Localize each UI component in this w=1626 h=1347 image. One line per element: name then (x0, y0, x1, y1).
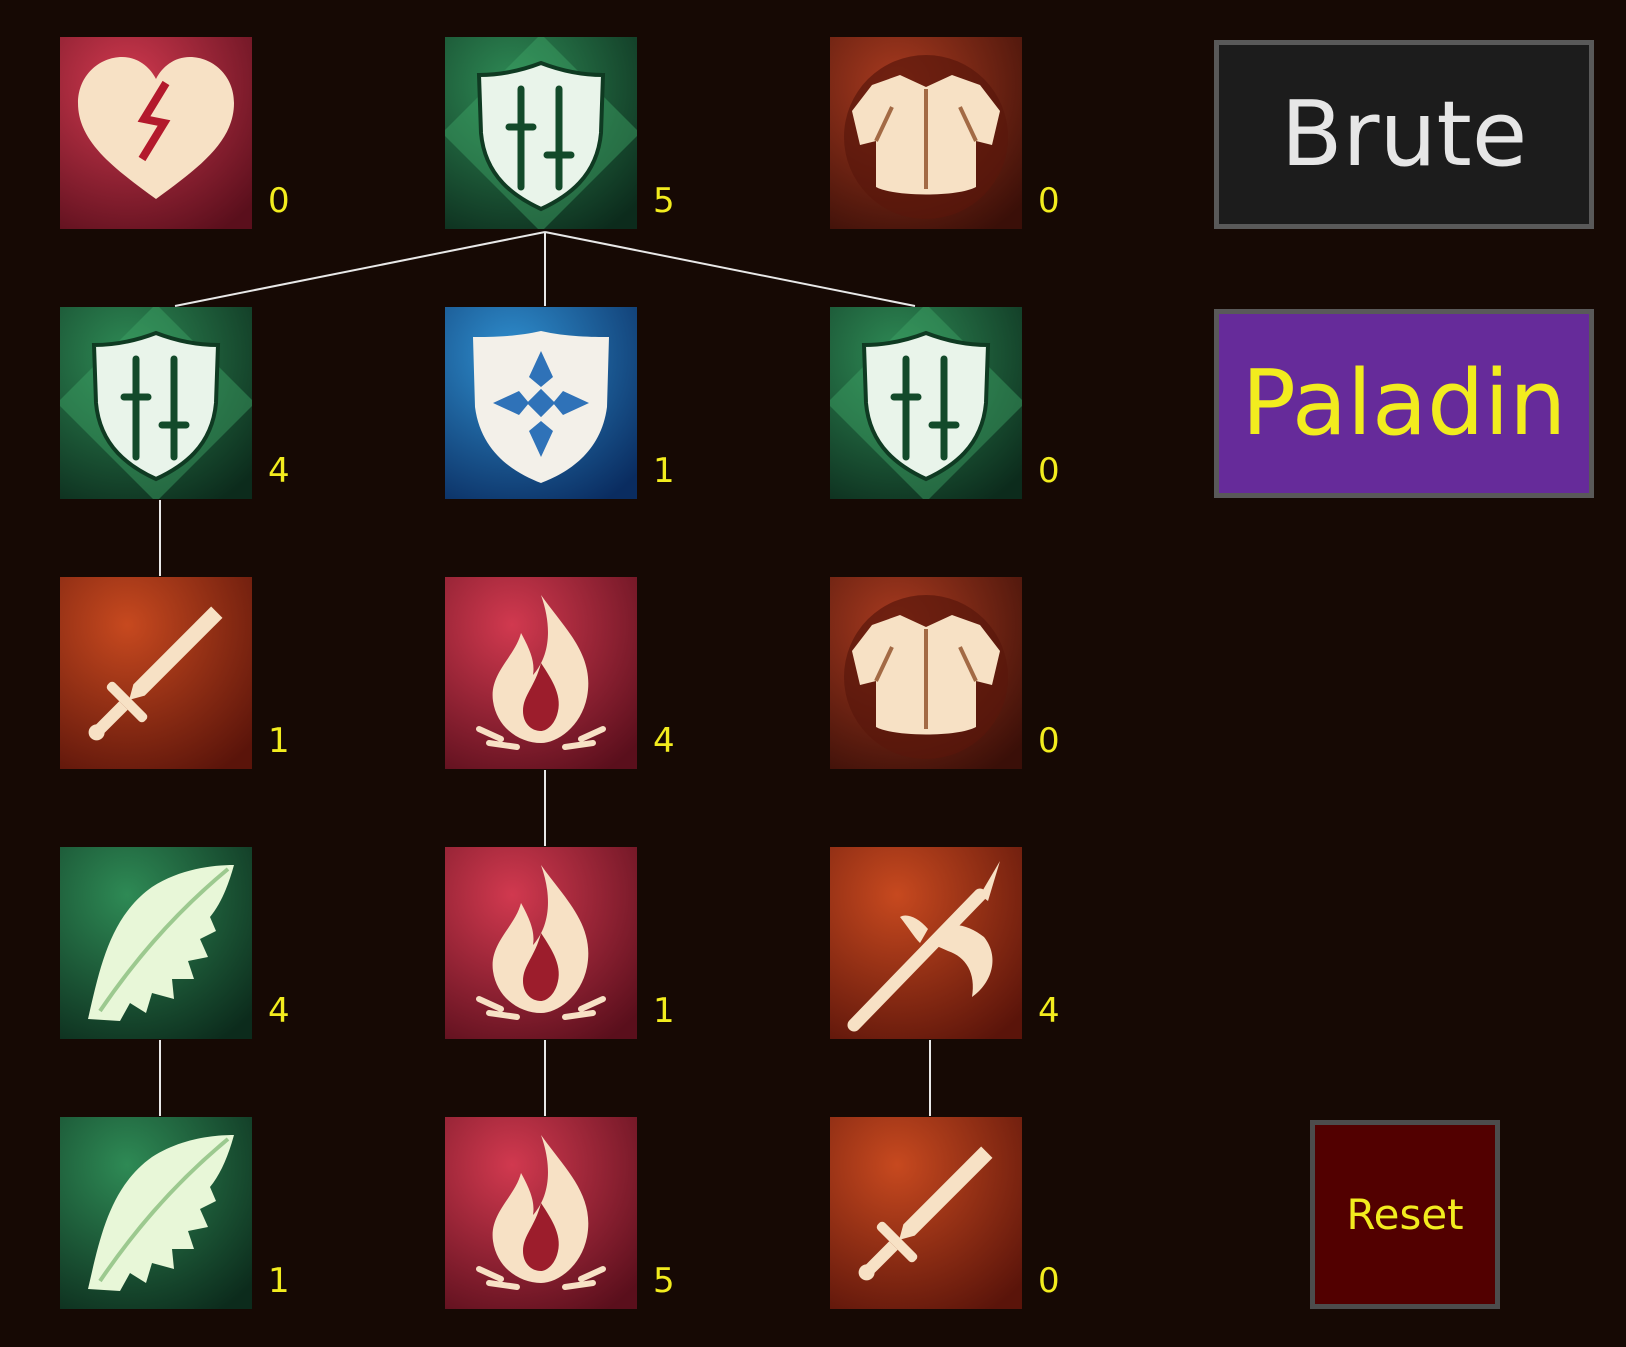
brute-class-button[interactable]: Brute (1214, 40, 1594, 229)
talent-node[interactable] (830, 37, 1022, 229)
chest-armor-icon (844, 595, 1008, 759)
talent-node[interactable] (830, 847, 1022, 1039)
talent-rank: 1 (653, 991, 675, 1031)
reset-button[interactable]: Reset (1310, 1120, 1500, 1309)
talent-node[interactable] (830, 307, 1022, 499)
talent-node[interactable] (60, 307, 252, 499)
talent-node[interactable] (60, 577, 252, 769)
talent-rank: 1 (653, 451, 675, 491)
talent-node[interactable] (830, 577, 1022, 769)
talent-node[interactable] (60, 37, 252, 229)
talent-rank: 0 (1038, 721, 1060, 761)
talent-rank: 0 (268, 181, 290, 221)
talent-rank: 4 (653, 721, 675, 761)
paladin-class-button[interactable]: Paladin (1214, 309, 1594, 498)
connector-line (174, 231, 546, 307)
talent-rank: 0 (1038, 451, 1060, 491)
talent-rank: 5 (653, 181, 675, 221)
talent-rank: 5 (653, 1261, 675, 1301)
talent-rank: 4 (268, 991, 290, 1031)
talent-node[interactable] (445, 577, 637, 769)
talent-node[interactable] (445, 1117, 637, 1309)
talent-node[interactable] (445, 847, 637, 1039)
chest-armor-icon (844, 55, 1008, 219)
talent-rank: 1 (268, 721, 290, 761)
talent-rank: 0 (1038, 181, 1060, 221)
talent-node[interactable] (445, 307, 637, 499)
talent-node[interactable] (60, 847, 252, 1039)
talent-node[interactable] (830, 1117, 1022, 1309)
talent-rank: 0 (1038, 1261, 1060, 1301)
talent-node[interactable] (60, 1117, 252, 1309)
talent-rank: 1 (268, 1261, 290, 1301)
talent-rank: 4 (268, 451, 290, 491)
talent-rank: 4 (1038, 991, 1060, 1031)
connector-line (544, 231, 916, 307)
talent-node[interactable] (445, 37, 637, 229)
